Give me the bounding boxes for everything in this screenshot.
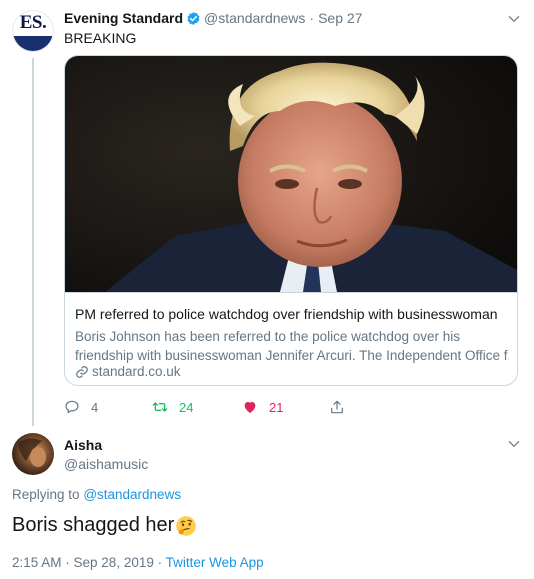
card-photo — [65, 56, 517, 292]
retweet-count: 24 — [179, 399, 194, 415]
aisha-avatar[interactable] — [12, 433, 54, 475]
card-url[interactable]: standard.co.uk — [75, 364, 181, 379]
card-title[interactable]: PM referred to police watchdog over frie… — [75, 306, 498, 322]
reply-icon — [65, 400, 79, 414]
replying-to-prefix: Replying to — [12, 487, 80, 502]
author-name[interactable]: Evening Standard — [64, 10, 183, 26]
chevron-down-icon[interactable] — [507, 437, 521, 451]
reply-action[interactable]: 4 — [64, 399, 98, 415]
link-icon — [76, 365, 88, 378]
share-icon — [331, 400, 343, 414]
card-image — [65, 56, 517, 293]
card-description: Boris Johnson has been referred to the p… — [75, 327, 509, 365]
like-action[interactable]: 21 — [242, 399, 283, 415]
retweet-icon — [152, 402, 168, 412]
reply-author-handle[interactable]: @aishamusic — [64, 456, 148, 472]
author-handle[interactable]: @standardnews — [204, 10, 305, 26]
retweet-action[interactable]: 24 — [152, 399, 193, 415]
card-description-line: friendship with businesswoman Jennifer A… — [75, 348, 509, 363]
like-count: 21 — [269, 399, 284, 415]
reply-tweet-text-row: Boris shagged her — [12, 514, 197, 537]
chevron-down-icon[interactable] — [507, 12, 521, 26]
tweet-meta: 2:15 AM · Sep 28, 2019 · Twitter Web App — [12, 555, 264, 570]
thinking-face-icon — [176, 515, 197, 536]
reply-author-name[interactable]: Aisha — [64, 437, 102, 455]
header-separator: · — [309, 10, 315, 26]
replying-to: Replying to @standardnews — [12, 487, 181, 502]
verified-badge-icon — [187, 11, 200, 25]
evening-standard-avatar[interactable]: ES. — [12, 10, 54, 52]
heart-icon — [244, 402, 256, 413]
reply-tweet-text: Boris shagged her — [12, 514, 175, 536]
tweet-source-app[interactable]: Twitter Web App — [166, 555, 264, 570]
avatar-logo-band — [13, 35, 53, 51]
reply-count: 4 — [91, 399, 99, 415]
parent-tweet-header: Evening Standard @standardnews · Sep 27 — [64, 10, 362, 26]
share-action[interactable] — [329, 399, 345, 415]
reply-author-name-text: Aisha — [64, 437, 103, 453]
aisha-avatar-photo — [12, 433, 54, 475]
card-description-line: Boris Johnson has been referred to the p… — [75, 329, 460, 344]
tweet-text: BREAKING — [64, 30, 137, 46]
tweet-date[interactable]: Sep 27 — [318, 10, 362, 26]
replying-to-link[interactable]: @standardnews — [83, 487, 181, 502]
thread-connector-line — [32, 58, 34, 426]
tweet-timestamp[interactable]: 2:15 AM · Sep 28, 2019 · — [12, 555, 162, 570]
avatar-logo-text: ES. — [19, 12, 47, 34]
link-card[interactable]: PM referred to police watchdog over frie… — [64, 55, 518, 386]
card-url-text: standard.co.uk — [92, 364, 181, 379]
